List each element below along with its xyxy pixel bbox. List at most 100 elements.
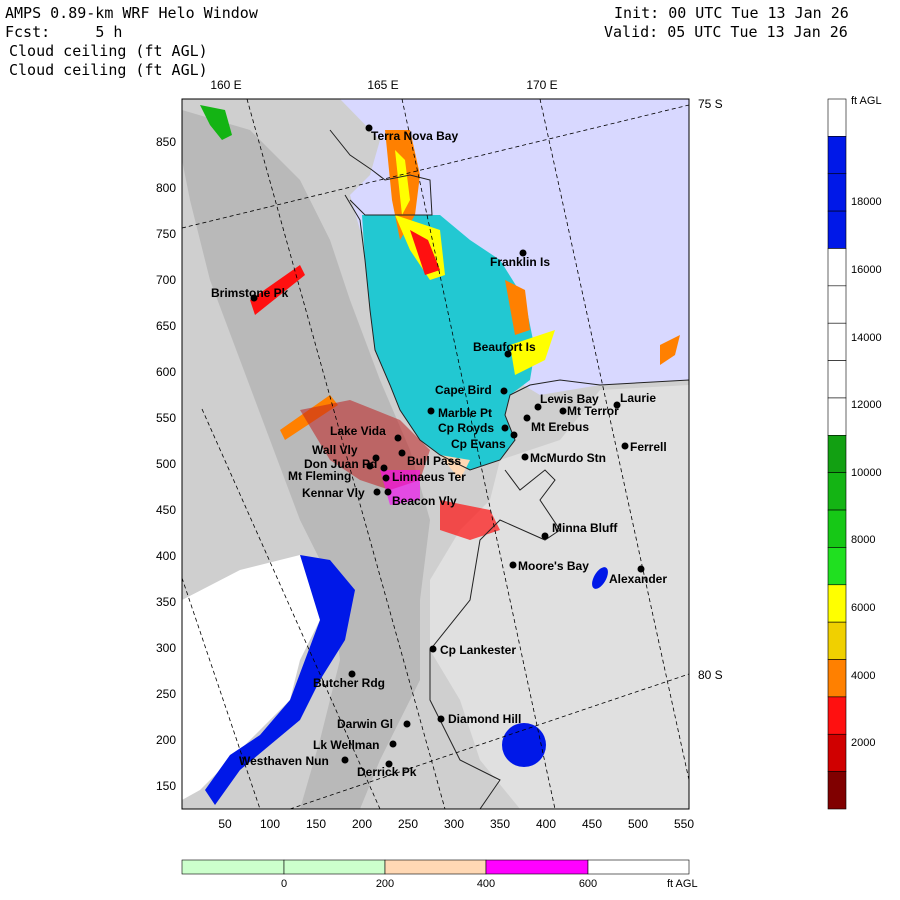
longitude-label: 160 E	[210, 78, 241, 92]
colorbar-segment	[827, 472, 847, 511]
colorbar-segment	[827, 397, 847, 436]
place-marker	[398, 449, 406, 457]
place-marker	[559, 407, 567, 415]
place-marker	[510, 431, 518, 439]
x-tick-label: 550	[674, 817, 694, 831]
place-marker	[541, 532, 549, 540]
place-label: Kennar Vly	[302, 486, 365, 500]
colorbar-unit: ft AGL	[851, 95, 882, 107]
y-tick-label: 700	[156, 273, 176, 287]
place-label: Marble Pt	[438, 406, 492, 420]
y-tick-label: 300	[156, 641, 176, 655]
colorbar-segment	[827, 733, 847, 772]
colorbar-label: 4000	[851, 670, 875, 682]
longitude-labels: 160 E 165 E 170 E	[210, 78, 557, 92]
place-label: Beaufort Is	[473, 340, 536, 354]
x-tick-label: 300	[444, 817, 464, 831]
colorbar-segment	[827, 659, 847, 698]
y-tick-label: 250	[156, 687, 176, 701]
colorbar-segment	[827, 584, 847, 623]
place-marker	[621, 442, 629, 450]
place-marker	[403, 720, 411, 728]
place-label: McMurdo Stn	[530, 451, 606, 465]
y-tick-label: 800	[156, 181, 176, 195]
place-marker	[394, 434, 402, 442]
map-canvas: Terra Nova Bay Franklin Is Brimstone Pk Bea…	[182, 99, 689, 809]
bottom-colorbar-segment	[283, 859, 386, 875]
bottom-colorbar: 0 200 400 600	[181, 859, 690, 890]
x-tick-label: 100	[260, 817, 280, 831]
bottom-colorbar-label: 200	[376, 878, 394, 890]
colorbar-segment	[827, 322, 847, 361]
place-marker	[437, 715, 445, 723]
place-label: Mt Erebus	[531, 420, 589, 434]
place-marker	[521, 453, 529, 461]
place-label: Bull Pass	[407, 454, 461, 468]
place-label: Mt Terror	[567, 404, 619, 418]
colorbar-segment	[827, 360, 847, 399]
x-axis-ticks: 50 100 150 200 250 300 350 400 450 500 550	[218, 817, 694, 831]
y-tick-label: 150	[156, 779, 176, 793]
place-label: Lk Wellman	[313, 738, 379, 752]
colorbar-segment	[827, 435, 847, 473]
x-tick-label: 200	[352, 817, 372, 831]
place-label: Darwin Gl	[337, 717, 393, 731]
place-label: Franklin Is	[490, 255, 550, 269]
place-marker	[382, 474, 390, 482]
place-label: Wall Vly	[312, 443, 358, 457]
colorbar-segment	[827, 509, 847, 548]
y-tick-label: 550	[156, 411, 176, 425]
place-marker	[427, 407, 435, 415]
y-axis-ticks: 850 800 750 700 650 600 550 500 450 400 350 300 250 2…	[156, 135, 176, 793]
map-figure: Terra Nova Bay Franklin Is Brimstone Pk Bea…	[156, 78, 882, 890]
colorbar-segment	[827, 771, 847, 810]
longitude-label: 170 E	[526, 78, 557, 92]
colorbar-label: 2000	[851, 737, 875, 749]
y-tick-label: 500	[156, 457, 176, 471]
colorbar-label: 16000	[851, 264, 882, 276]
colorbar-segment	[827, 98, 847, 137]
place-marker	[501, 424, 509, 432]
x-tick-label: 450	[582, 817, 602, 831]
place-label: Cp Evans	[451, 437, 506, 451]
place-label: Diamond Hill	[448, 712, 521, 726]
place-label: Lake Vida	[330, 424, 386, 438]
place-marker	[380, 464, 388, 472]
place-label: Beacon Vly	[392, 494, 457, 508]
bottom-colorbar-segment	[181, 859, 285, 875]
place-label: Mt Fleming	[288, 469, 351, 483]
colorbar-label: 12000	[851, 399, 882, 411]
x-tick-label: 500	[628, 817, 648, 831]
place-marker	[500, 387, 508, 395]
place-marker	[341, 756, 349, 764]
x-tick-label: 350	[490, 817, 510, 831]
latitude-labels: 75 S 80 S	[698, 97, 723, 682]
colorbar-segment	[827, 136, 847, 175]
place-label: Brimstone Pk	[211, 286, 289, 300]
colorbar-segment	[827, 173, 847, 212]
colorbar-segment	[827, 285, 847, 324]
place-label: Moore's Bay	[518, 559, 589, 573]
colorbar-label: 18000	[851, 196, 882, 208]
y-tick-label: 350	[156, 595, 176, 609]
x-tick-label: 250	[398, 817, 418, 831]
colorbar-segment	[827, 621, 847, 660]
place-marker	[373, 488, 381, 496]
x-tick-label: 150	[306, 817, 326, 831]
bottom-colorbar-unit: ft AGL	[667, 878, 698, 890]
place-label: Alexander	[609, 572, 667, 586]
place-label: Butcher Rdg	[313, 676, 385, 690]
y-tick-label: 200	[156, 733, 176, 747]
place-marker	[523, 414, 531, 422]
place-label: Cp Lankester	[440, 643, 516, 657]
colorbar-segment	[827, 547, 847, 586]
place-label: Westhaven Nun	[239, 754, 329, 768]
place-label: Derrick Pk	[357, 765, 417, 779]
place-label: Minna Bluff	[552, 521, 618, 535]
bottom-colorbar-label: 600	[579, 878, 597, 890]
colorbar-label: 6000	[851, 602, 875, 614]
place-label: Linnaeus Ter	[392, 470, 466, 484]
place-marker	[429, 645, 437, 653]
y-tick-label: 650	[156, 319, 176, 333]
longitude-label: 165 E	[367, 78, 398, 92]
